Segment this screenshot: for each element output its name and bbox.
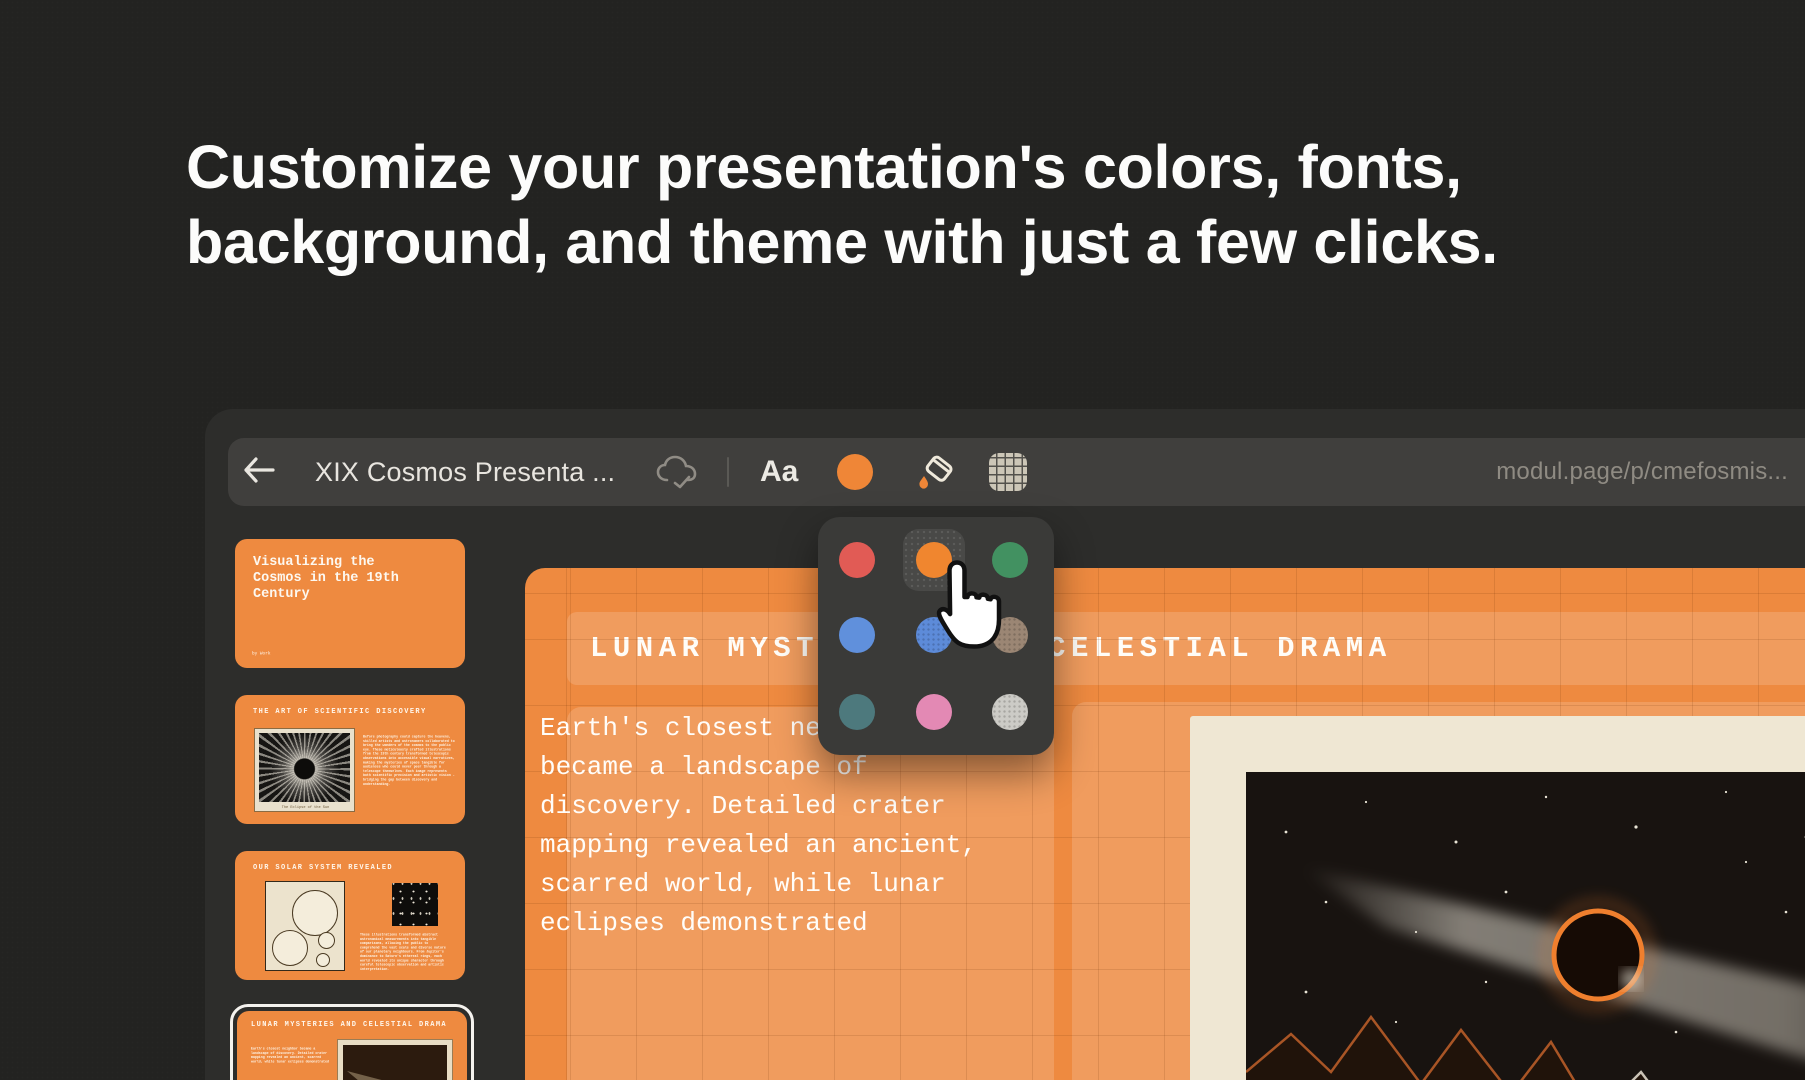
slide-thumbnail-3[interactable]: OUR SOLAR SYSTEM REVEALED These illustra… (235, 851, 465, 980)
thumbnail-title: THE ART OF SCIENTIFIC DISCOVERY (253, 708, 427, 716)
cursor-pointer-hand-icon (927, 556, 1005, 656)
slide-thumbnail-4-selected-ring: LUNAR MYSTERIES AND CELESTIAL DRAMA Eart… (230, 1004, 474, 1080)
swatch-light-gray[interactable] (992, 694, 1028, 730)
slide-image-frame[interactable] (1190, 716, 1805, 1080)
lunar-image-mini (337, 1039, 453, 1080)
solar-system-diagram (265, 881, 345, 971)
eclipse-corona-image: The Eclipse of the Sun (254, 728, 355, 812)
slide-thumbnail-2[interactable]: THE ART OF SCIENTIFIC DISCOVERY The Ecli… (235, 695, 465, 824)
thumbnail-body: Earth's closest neighbor became a landsc… (251, 1047, 331, 1064)
lunar-eclipse-illustration (1246, 772, 1805, 1080)
back-arrow-icon (243, 457, 275, 488)
back-button[interactable] (242, 438, 276, 506)
thumbnail-title: Visualizing the Cosmos in the 19th Centu… (253, 555, 433, 603)
thumbnail-body: These illustrations transformed abstract… (360, 933, 449, 972)
slide-thumbnail-4[interactable]: LUNAR MYSTERIES AND CELESTIAL DRAMA Eart… (237, 1011, 467, 1080)
slide-thumbnail-1[interactable]: Visualizing the Cosmos in the 19th Centu… (235, 539, 465, 668)
swatch-blue[interactable] (839, 617, 875, 653)
grid-layout-button[interactable] (989, 453, 1027, 491)
swatch-teal[interactable] (839, 694, 875, 730)
slide-title-block[interactable]: LUNAR MYSTERIES AND CELESTIAL DRAMA (567, 612, 1805, 685)
background-color-button[interactable] (911, 438, 959, 506)
paint-bucket-icon (911, 448, 959, 496)
thumbnail-title: LUNAR MYSTERIES AND CELESTIAL DRAMA (251, 1021, 447, 1029)
starfield-image (392, 883, 438, 926)
thumbnail-title: OUR SOLAR SYSTEM REVEALED (253, 864, 393, 872)
font-button[interactable]: Aa (760, 438, 798, 506)
swatch-red[interactable] (839, 542, 875, 578)
share-url[interactable]: modul.page/p/cmefosmis... (1388, 438, 1788, 506)
document-title[interactable]: XIX Cosmos Presenta ... (315, 438, 615, 506)
theme-color-button[interactable] (837, 454, 873, 490)
thumbnail-byline: by Work (252, 651, 296, 656)
marketing-headline: Customize your presentation's colors, fo… (186, 130, 1498, 280)
thumbnail-body: Before photography could capture the hea… (363, 735, 455, 787)
cloud-sync-icon (655, 438, 699, 506)
slide-canvas[interactable]: LUNAR MYSTERIES AND CELESTIAL DRAMA Eart… (525, 568, 1805, 1080)
headline-line-2: background, and theme with just a few cl… (186, 205, 1498, 280)
editor-toolbar: XIX Cosmos Presenta ... Aa (228, 438, 1805, 506)
screenshot-stage: Customize your presentation's colors, fo… (0, 0, 1805, 1080)
headline-line-1: Customize your presentation's colors, fo… (186, 130, 1498, 205)
swatch-pink[interactable] (916, 694, 952, 730)
toolbar-divider (727, 457, 729, 487)
